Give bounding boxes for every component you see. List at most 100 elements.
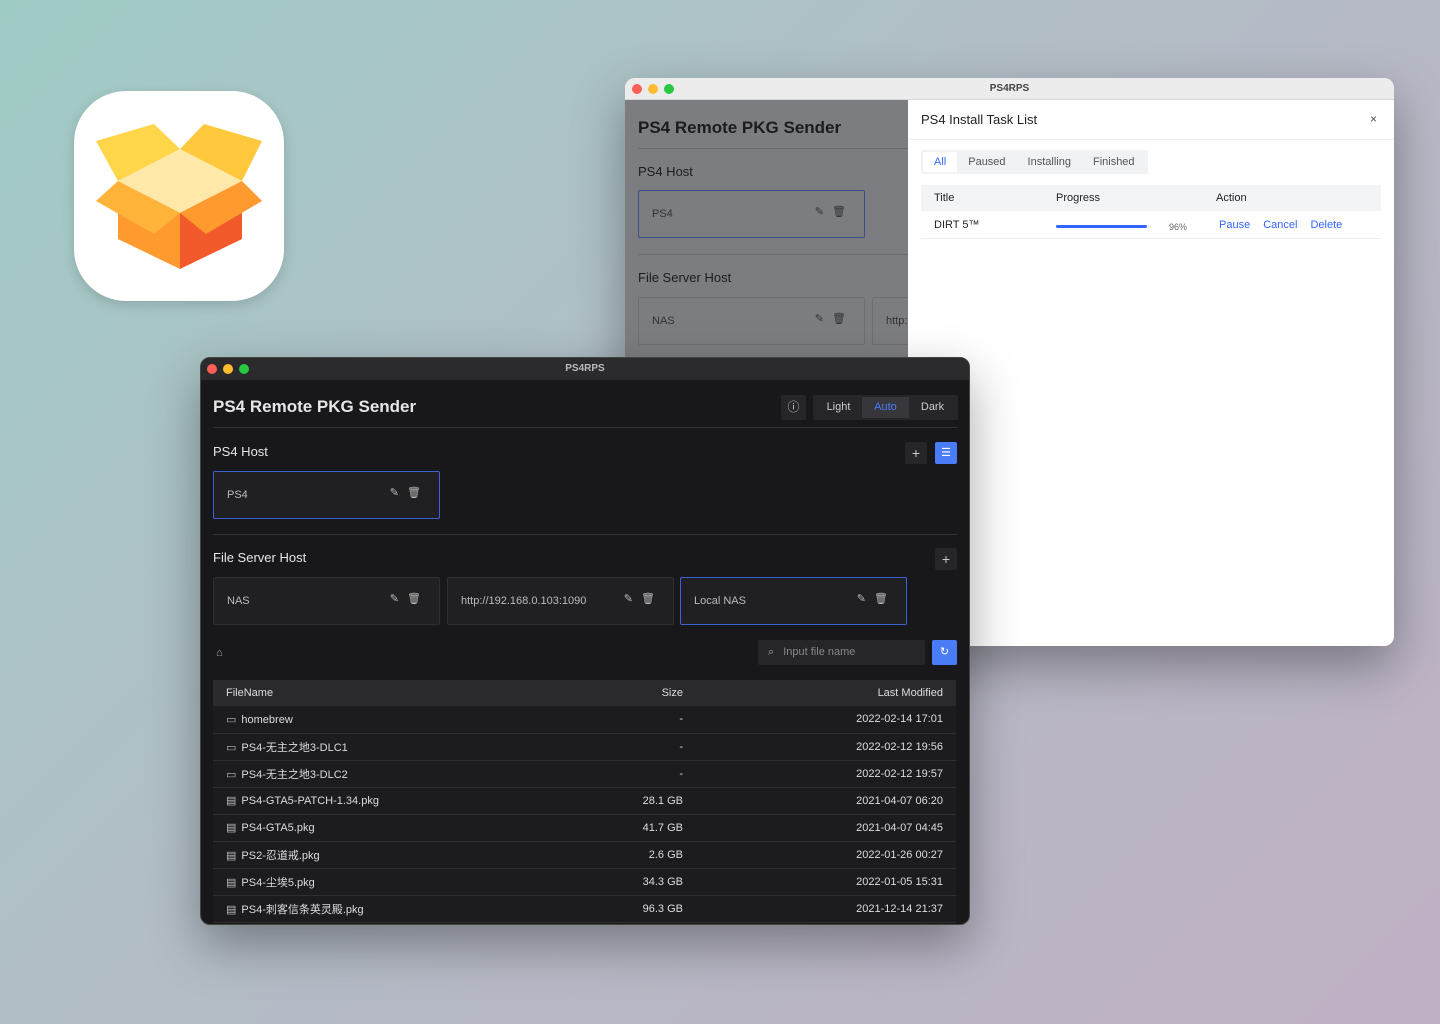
theme-switch: Light Auto Dark [813,395,958,420]
task-table-header: Title Progress Action [921,185,1381,211]
file-size: - [556,760,696,788]
trash-icon[interactable]: 🗑 [832,205,846,218]
cancel-link[interactable]: Cancel [1263,219,1297,231]
edit-icon[interactable]: ✎ [815,312,824,325]
search-icon: ⌕ [768,646,775,658]
file-icon: ▤ [226,795,237,807]
open-box-icon [96,124,262,269]
front-window: PS4RPS PS4 Remote PKG Sender ⓘ Light Aut… [200,357,970,925]
title-bar: PS4RPS [201,358,969,380]
zoom-window-button[interactable] [664,84,674,94]
theme-light[interactable]: Light [815,397,862,418]
trash-icon[interactable]: 🗑 [874,592,888,605]
trash-icon[interactable]: 🗑 [641,592,655,605]
file-row[interactable]: ▤ PS4-尘埃5.pkg 34.3 GB 2022-01-05 15:31 [213,868,956,896]
file-name: PS4-GTA5-PATCH-1.34.pkg [241,795,379,807]
file-row[interactable]: ▤ PS2-忍道戒.pkg 2.6 GB 2022-01-26 00:27 [213,841,956,869]
theme-auto[interactable]: Auto [862,397,909,418]
app-title: PS4 Remote PKG Sender [213,397,417,416]
file-modified: 2021-12-14 21:37 [696,895,956,923]
edit-icon[interactable]: ✎ [815,205,824,218]
search-input[interactable]: ⌕ Input file name [758,640,925,665]
trash-icon[interactable]: 🗑 [832,312,846,325]
file-size: 34.3 GB [556,868,696,896]
edit-icon[interactable]: ✎ [390,592,399,605]
file-server-card[interactable]: Local NAS ✎ 🗑 [680,577,907,625]
zoom-window-button[interactable] [239,364,249,374]
theme-dark[interactable]: Dark [909,397,956,418]
edit-icon[interactable]: ✎ [857,592,866,605]
file-modified: 2022-02-12 19:56 [696,733,956,761]
col-filename[interactable]: FileName [213,680,556,706]
ps4-host-card[interactable]: PS4 ✎ 🗑 [638,190,865,238]
task-list-drawer: PS4 Install Task List × All Paused Insta… [908,100,1394,646]
file-server-label: File Server Host [638,270,732,285]
progress-bar [1056,225,1151,228]
file-modified: 2021-04-07 04:45 [696,814,956,842]
file-icon: ▤ [226,876,237,889]
trash-icon[interactable]: 🗑 [407,592,421,605]
file-name: PS4-刺客信条英灵殿.pkg [241,903,364,916]
ps4-host-label: PS4 Host [213,444,268,459]
file-modified: 2022-01-26 00:27 [696,841,956,869]
col-size[interactable]: Size [556,680,696,706]
folder-icon: ▭ [226,768,237,781]
file-name: homebrew [241,713,293,726]
file-size: 41.7 GB [556,814,696,842]
file-row[interactable]: ▤ PS4-GTA5-PATCH-1.34.pkg 28.1 GB 2021-04-0… [213,787,956,815]
edit-icon[interactable]: ✎ [390,486,399,499]
delete-link[interactable]: Delete [1310,219,1342,231]
drawer-title: PS4 Install Task List [921,112,1038,127]
app-icon [74,91,284,301]
folder-icon: ▭ [226,713,237,726]
file-name: PS4-GTA5.pkg [241,822,315,834]
file-modified: 2022-02-14 17:01 [696,706,956,734]
file-server-card[interactable]: NAS ✎ 🗑 [213,577,440,625]
ps4-host-card[interactable]: PS4 ✎ 🗑 [213,471,440,519]
file-name: PS4-无主之地3-DLC1 [241,741,348,754]
home-icon[interactable]: ⌂ [216,647,223,659]
add-ps4-host-button[interactable]: + [905,442,927,464]
progress-label: 96% [1169,222,1188,232]
close-icon[interactable]: × [1370,112,1377,126]
trash-icon[interactable]: 🗑 [407,486,421,499]
file-icon: ▤ [226,849,237,862]
close-window-button[interactable] [632,84,642,94]
file-size: 96.3 GB [556,895,696,923]
refresh-icon[interactable]: ↻ [932,640,957,665]
minimize-window-button[interactable] [223,364,233,374]
file-server-card[interactable]: http://192.168.0.103:1090 ✎ 🗑 [447,577,674,625]
file-server-card[interactable]: NAS ✎ 🗑 [638,297,865,345]
minimize-window-button[interactable] [648,84,658,94]
file-size: 2.6 GB [556,841,696,869]
file-name: PS2-忍道戒.pkg [241,849,320,862]
file-name: PS4-无主之地3-DLC2 [241,768,348,781]
tab-all[interactable]: All [923,152,958,172]
file-row[interactable]: ▭ PS4-无主之地3-DLC2 -2022-02-12 19:57 [213,760,956,788]
task-list-icon[interactable]: ☰ [935,442,957,464]
file-row[interactable]: ▭ homebrew -2022-02-14 17:01 [213,706,956,734]
file-size: 28.1 GB [556,787,696,815]
edit-icon[interactable]: ✎ [624,592,633,605]
add-file-server-button[interactable]: + [935,548,957,570]
info-circle-icon[interactable]: ⓘ [781,395,806,420]
app-title: PS4 Remote PKG Sender [638,118,842,137]
task-filter-tabs: All Paused Installing Finished [921,150,1148,174]
task-row: DIRT 5™ 96% Pause Cancel Delete [921,211,1381,239]
file-icon: ▤ [226,822,237,834]
file-name: PS4-尘埃5.pkg [241,876,315,889]
file-modified: 2022-02-12 19:57 [696,760,956,788]
file-icon: ▤ [226,903,237,916]
file-row[interactable]: ▭ PS4-无主之地3-DLC1 -2022-02-12 19:56 [213,733,956,761]
file-modified: 2021-04-07 06:20 [696,787,956,815]
tab-installing[interactable]: Installing [1017,152,1082,172]
tab-finished[interactable]: Finished [1082,152,1146,172]
close-window-button[interactable] [207,364,217,374]
col-last-modified[interactable]: Last Modified [696,680,956,706]
folder-icon: ▭ [226,741,237,754]
file-row[interactable]: ▤ PS4-刺客信条英灵殿.pkg 96.3 GB 2021-12-14 21:37 [213,895,956,923]
tab-paused[interactable]: Paused [957,152,1016,172]
ps4-host-label: PS4 Host [638,164,693,179]
pause-link[interactable]: Pause [1219,219,1250,231]
file-row[interactable]: ▤ PS4-GTA5.pkg 41.7 GB 2021-04-07 04:45 [213,814,956,842]
